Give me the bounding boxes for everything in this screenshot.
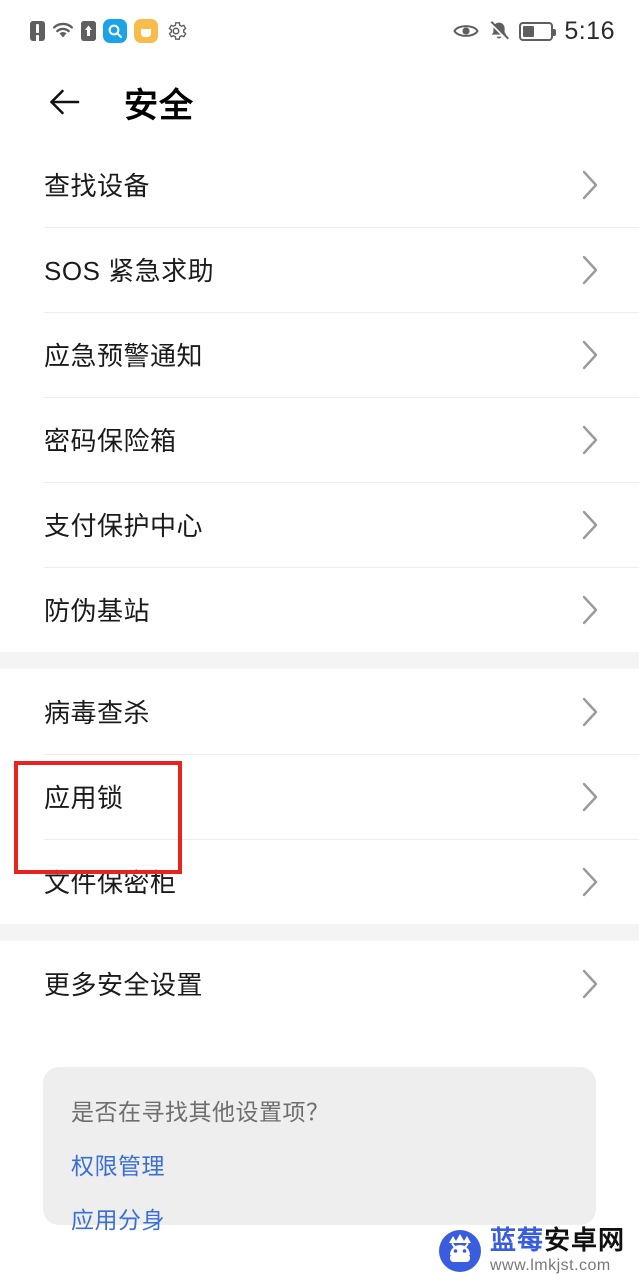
chevron-right-icon [582,340,598,369]
page-title: 安全 [124,86,194,125]
chevron-right-icon [582,170,598,199]
chevron-right-icon [582,595,598,624]
chevron-right-icon [582,425,598,454]
status-bar-left-icons [30,19,187,43]
gear-icon [165,20,187,42]
list-item[interactable]: 文件保密柜 [0,839,639,924]
eye-icon [453,21,479,41]
back-arrow-icon[interactable] [44,82,84,122]
watermark-name-part1: 蓝莓 [489,1225,544,1255]
battery-icon [519,21,557,41]
list-item[interactable]: 防伪基站 [0,567,639,652]
list-item[interactable]: 查找设备 [0,142,639,227]
watermark-site-name: 蓝莓安卓网 [490,1227,625,1253]
section-divider [0,924,639,941]
list-item-label: 文件保密柜 [44,868,177,898]
list-item-label: 病毒查杀 [44,698,151,728]
settings-section: 查找设备 SOS 紧急求助 应急预警通知 密码保险箱支付保护中心 防伪基站 [0,142,639,652]
list-item[interactable]: 支付保护中心 [0,482,639,567]
settings-section: 病毒查杀应用锁文件保密柜 [0,669,639,924]
capsule-badge-icon [134,19,158,43]
suggestion-link-app-twin[interactable]: 应用分身 [71,1201,165,1235]
list-item[interactable]: SOS 紧急求助 [0,227,639,312]
android-head-logo-icon [438,1229,482,1273]
list-item[interactable]: 更多安全设置 [0,941,639,1026]
chevron-right-icon [582,969,598,998]
chevron-right-icon [582,510,598,539]
watermark-name-part2: 安卓网 [543,1225,625,1255]
list-item-label: 支付保护中心 [44,511,204,541]
chevron-right-icon [582,697,598,726]
list-item-label: 应用锁 [44,783,124,813]
list-item-label: 更多安全设置 [44,970,204,1000]
list-item[interactable]: 病毒查杀 [0,669,639,754]
page-header: 安全 [0,62,639,142]
suggestion-link-permissions[interactable]: 权限管理 [71,1147,165,1181]
list-item-label: 查找设备 [44,171,151,201]
list-item[interactable]: 应急预警通知 [0,312,639,397]
watermark: 蓝莓安卓网 www.lmkjst.com [438,1227,625,1274]
settings-section: 更多安全设置 [0,941,639,1026]
chevron-right-icon [582,867,598,896]
wifi-icon [52,21,74,41]
list-item[interactable]: 密码保险箱 [0,397,639,482]
status-bar-clock: 5:16 [564,16,615,45]
watermark-url: www.lmkjst.com [489,1257,611,1274]
upload-icon [81,21,96,41]
sim-alert-icon [30,21,45,41]
search-badge-icon [103,19,127,43]
suggestion-card-title: 是否在寻找其他设置项？ [71,1099,330,1125]
status-bar: 5:16 [0,0,639,62]
section-divider [0,652,639,669]
settings-list: 查找设备 SOS 紧急求助 应急预警通知 密码保险箱支付保护中心 防伪基站病毒查杀应用锁… [0,142,639,1026]
list-item[interactable]: 应用锁 [0,754,639,839]
battery-fill [523,25,534,37]
watermark-text: 蓝莓安卓网 www.lmkjst.com [490,1227,625,1274]
status-bar-right-icons: 5:16 [453,17,615,46]
list-item-label: 应急预警通知 [44,341,204,371]
bell-muted-icon [488,20,510,42]
list-item-label: SOS 紧急求助 [44,256,215,286]
chevron-right-icon [582,255,598,284]
list-item-label: 防伪基站 [44,596,151,626]
suggestion-card: 是否在寻找其他设置项？ 权限管理 应用分身 [43,1067,596,1233]
list-item-label: 密码保险箱 [44,426,177,456]
chevron-right-icon [582,782,598,811]
